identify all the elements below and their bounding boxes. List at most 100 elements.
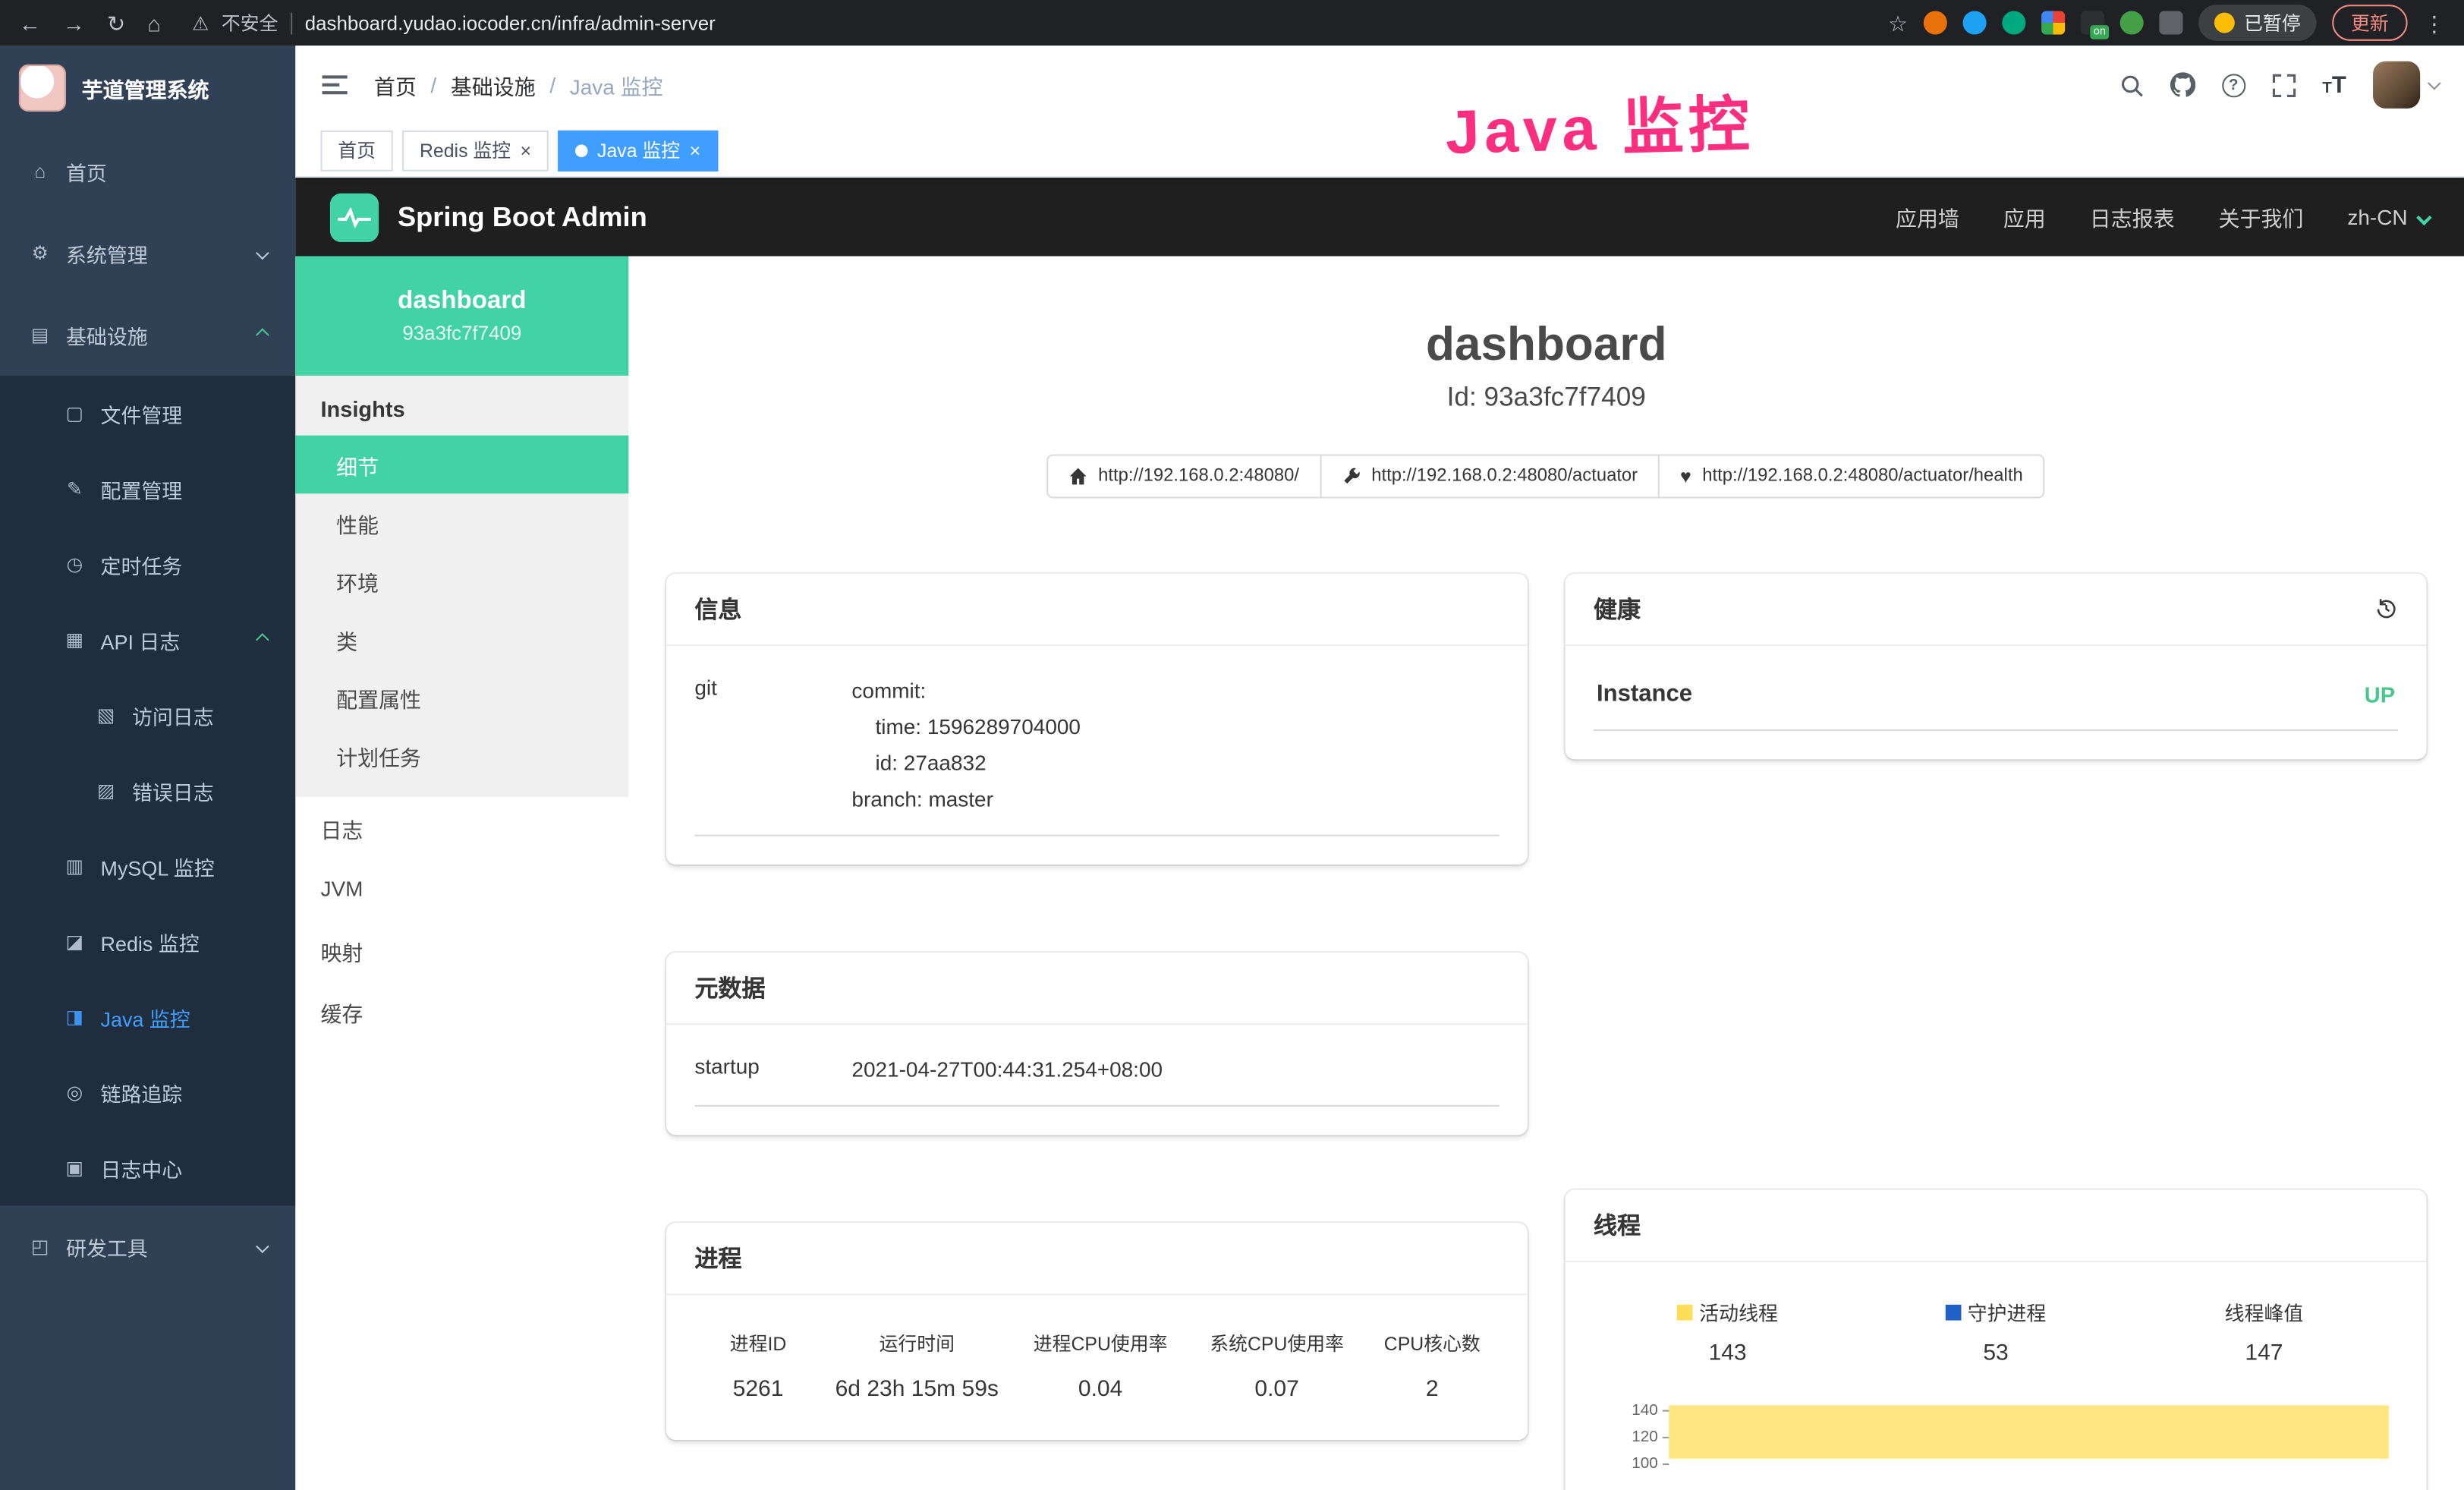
back-icon[interactable]: ← (19, 12, 41, 34)
cards-left-column: 信息 git commit: time: 1596289704000 id: 2 (666, 574, 1528, 1490)
small-t: T (2322, 80, 2332, 97)
instance-id: 93a3fc7f7409 (402, 323, 521, 345)
breadcrumb-home[interactable]: 首页 (374, 69, 417, 100)
chevron-up-icon (256, 328, 269, 342)
sidebar-item-error-log[interactable]: ▨ 错误日志 (0, 753, 295, 828)
menu-item-cache[interactable]: 缓存 (295, 981, 628, 1042)
sidebar-item-access-log[interactable]: ▧ 访问日志 (0, 678, 295, 753)
sidebar-item-api-log[interactable]: ▦ API 日志 (0, 602, 295, 677)
sidebar-item-config[interactable]: ✎ 配置管理 (0, 451, 295, 526)
menu-item-scheduled-tasks[interactable]: 计划任务 (295, 726, 628, 785)
help-icon[interactable]: ? (2222, 73, 2245, 96)
browser-home-icon[interactable]: ⌂ (147, 12, 161, 34)
legend-label: 线程峰值 (2225, 1296, 2304, 1326)
sidebar-item-label: 链路追踪 (101, 1078, 183, 1107)
url-text[interactable]: dashboard.yudao.iocoder.cn/infra/admin-s… (305, 12, 716, 34)
menu-item-properties[interactable]: 配置属性 (295, 668, 628, 726)
fullscreen-icon[interactable] (2272, 73, 2296, 96)
yellow-swatch-icon (1677, 1304, 1693, 1320)
sba-instance-menu: dashboard 93a3fc7f7409 Insights 细节 性能 环境… (295, 257, 628, 1490)
sidebar-item-infra[interactable]: ▤ 基础设施 (0, 294, 295, 376)
reload-icon[interactable]: ↻ (107, 12, 125, 34)
bookmark-star-icon[interactable]: ☆ (1888, 12, 1908, 34)
paused-badge[interactable]: 已暂停 (2198, 5, 2316, 41)
sba-main-content: dashboard Id: 93a3fc7f7409 http://192.16… (628, 257, 2464, 1490)
clock-icon: ◷ (63, 553, 87, 575)
update-button[interactable]: 更新 (2332, 5, 2407, 41)
sba-nav-wall[interactable]: 应用墙 (1896, 201, 1959, 232)
service-url-link[interactable]: http://192.168.0.2:48080/ (1046, 454, 1321, 498)
sba-nav-journal[interactable]: 日志报表 (2090, 201, 2175, 232)
browser-menu-icon[interactable]: ⋮ (2423, 12, 2445, 34)
y-tick-140: 140 (1632, 1402, 1658, 1419)
value-pid: 5261 (694, 1376, 821, 1401)
search-icon[interactable] (2119, 73, 2143, 96)
value-system-cpu: 0.07 (1188, 1376, 1365, 1401)
history-icon[interactable] (2374, 597, 2398, 621)
menu-item-environment[interactable]: 环境 (295, 552, 628, 610)
sidebar-item-file[interactable]: ▢ 文件管理 (0, 376, 295, 451)
address-bar[interactable]: ⚠ 不安全 dashboard.yudao.iocoder.cn/infra/a… (192, 9, 1866, 36)
menu-item-logs[interactable]: 日志 (295, 797, 628, 858)
extension-grid-icon[interactable] (2041, 11, 2065, 34)
menu-item-details[interactable]: 细节 (295, 436, 628, 494)
hamburger-icon[interactable] (320, 74, 348, 96)
menu-item-classes[interactable]: 类 (295, 610, 628, 669)
infra-icon: ▤ (28, 324, 52, 346)
sidebar-submenu-infra: ▢ 文件管理 ✎ 配置管理 ◷ 定时任务 ▦ API 日志 ▧ (0, 376, 295, 1205)
sidebar-item-redis[interactable]: ◪ Redis 监控 (0, 904, 295, 979)
close-icon[interactable]: × (521, 140, 532, 159)
github-icon[interactable] (2170, 72, 2195, 97)
git-commit-time: time: 1596289704000 (851, 710, 1499, 747)
sidebar-item-mysql[interactable]: ▥ MySQL 监控 (0, 828, 295, 903)
menu-item-performance[interactable]: 性能 (295, 493, 628, 552)
extension-drop-icon[interactable] (1962, 11, 1986, 34)
sidebar-item-home[interactable]: ⌂ 首页 (0, 131, 295, 213)
gear-icon: ⚙ (28, 242, 52, 264)
sidebar-item-label: Java 监控 (101, 1002, 190, 1032)
extension-fox-icon[interactable] (1924, 11, 1947, 34)
actuator-url-link[interactable]: http://192.168.0.2:48080/actuator (1320, 454, 1660, 498)
trace-icon: ◎ (63, 1082, 87, 1104)
sba-brand-title: Spring Boot Admin (398, 200, 647, 233)
instance-header[interactable]: dashboard 93a3fc7f7409 (295, 257, 628, 376)
sidebar-item-log-center[interactable]: ▣ 日志中心 (0, 1130, 295, 1205)
menu-item-jvm[interactable]: JVM (295, 858, 628, 920)
sidebar-item-dev-tools[interactable]: ◰ 研发工具 (0, 1205, 295, 1287)
tag-tabs-bar: 首页 Redis 监控 × Java 监控 × (295, 124, 2464, 178)
extensions-puzzle-icon[interactable] (2159, 11, 2182, 34)
value-uptime: 6d 23h 15m 59s (822, 1376, 1012, 1401)
insights-section-title: Insights (295, 376, 628, 436)
chart-plot-area (1669, 1397, 2388, 1490)
sidebar-item-trace[interactable]: ◎ 链路追踪 (0, 1055, 295, 1130)
tab-java[interactable]: Java 监控 × (558, 130, 718, 171)
avatar[interactable] (2373, 61, 2420, 109)
sidebar-item-java[interactable]: ◨ Java 监控 (0, 979, 295, 1054)
sidebar-item-job[interactable]: ◷ 定时任务 (0, 527, 295, 602)
sidebar-item-system[interactable]: ⚙ 系统管理 (0, 213, 295, 295)
user-menu[interactable] (2373, 61, 2439, 109)
breadcrumb-infra[interactable]: 基础设施 (451, 69, 536, 100)
forward-icon[interactable]: → (63, 12, 85, 34)
value-live-threads: 143 (1594, 1340, 1861, 1366)
close-icon[interactable]: × (690, 140, 701, 159)
sba-nav-applications[interactable]: 应用 (2003, 201, 2046, 232)
extension-leaf-icon[interactable] (2120, 11, 2144, 34)
access-log-icon: ▧ (94, 704, 118, 726)
extension-teal-icon[interactable] (2002, 11, 2025, 34)
app-brand: 芋道管理系统 (0, 46, 295, 131)
tab-home[interactable]: 首页 (320, 130, 392, 171)
security-warning-icon: ⚠ (192, 12, 209, 34)
sba-nav-about[interactable]: 关于我们 (2219, 201, 2304, 232)
menu-item-mappings[interactable]: 映射 (295, 919, 628, 981)
sidebar-item-label: 定时任务 (101, 550, 183, 579)
chart-y-axis: 140 120 100 (1594, 1397, 1669, 1490)
locale-select[interactable]: zh-CN (2347, 205, 2429, 228)
extension-on-icon[interactable]: on (2081, 11, 2104, 34)
health-card: 健康 Instance UP (1566, 574, 2427, 759)
sidebar-item-label: API 日志 (101, 625, 181, 654)
tab-redis[interactable]: Redis 监控 × (402, 130, 549, 171)
font-size-icon[interactable]: TT (2322, 71, 2346, 98)
git-row: git commit: time: 1596289704000 id: 27aa… (694, 674, 1499, 836)
health-url-link[interactable]: ♥ http://192.168.0.2:48080/actuator/heal… (1658, 454, 2045, 498)
